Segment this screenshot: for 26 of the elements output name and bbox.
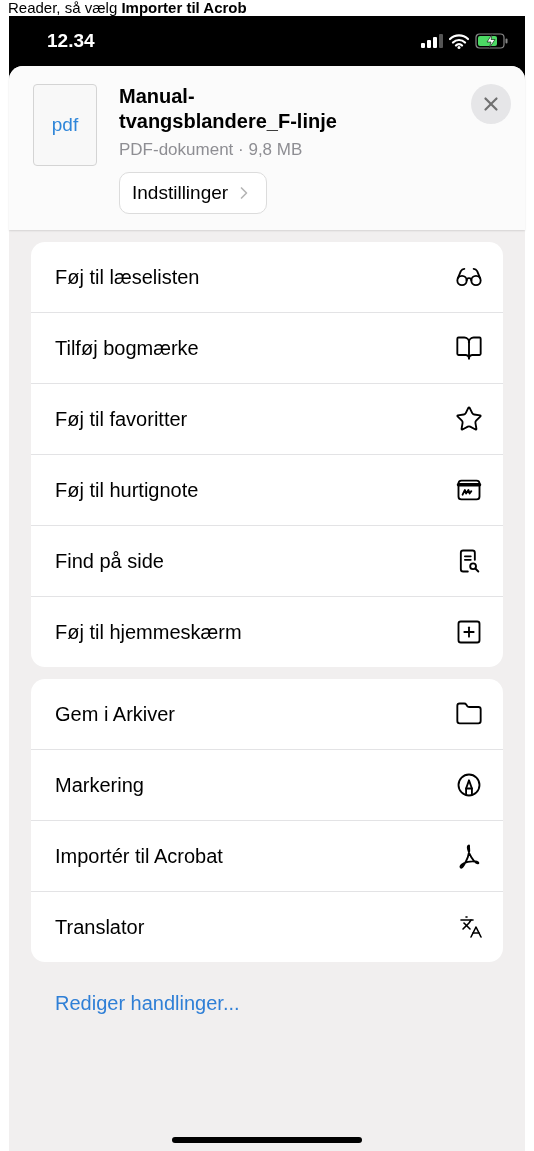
action-row[interactable]: Find på side bbox=[31, 526, 503, 597]
action-row[interactable]: Markering bbox=[31, 750, 503, 821]
action-row[interactable]: Føj til favoritter bbox=[31, 384, 503, 455]
action-row[interactable]: Gem i Arkiver bbox=[31, 679, 503, 750]
close-button[interactable] bbox=[471, 84, 511, 124]
status-time: 12.34 bbox=[47, 30, 95, 52]
signal-icon bbox=[421, 34, 443, 48]
file-details: PDF-dokument · 9,8 MB bbox=[119, 140, 304, 160]
book-icon bbox=[455, 334, 483, 362]
star-icon bbox=[455, 405, 483, 433]
action-row[interactable]: Føj til hurtignote bbox=[31, 455, 503, 526]
translate-icon bbox=[459, 915, 483, 939]
action-row[interactable]: Føj til hjemmeskærm bbox=[31, 597, 503, 667]
battery-charging-icon bbox=[475, 33, 509, 49]
file-name: Manual- tvangsblandere_F-linje bbox=[119, 84, 338, 134]
action-row[interactable]: Tilføj bogmærke bbox=[31, 313, 503, 384]
action-row[interactable]: Importér til Acrobat bbox=[31, 821, 503, 892]
caption-text: Reader, så vælg Importer til Acrob bbox=[7, 0, 248, 16]
plus-square-icon bbox=[455, 618, 483, 646]
action-row[interactable]: Føj til læselisten bbox=[31, 242, 503, 313]
edit-actions-link[interactable]: Rediger handlinger... bbox=[31, 974, 503, 1015]
pen-circle-icon bbox=[455, 771, 483, 799]
options-button[interactable]: Indstillinger bbox=[119, 172, 268, 214]
wifi-icon bbox=[449, 33, 469, 49]
pdf-file-icon: pdf bbox=[33, 84, 97, 166]
action-row[interactable]: Translator bbox=[31, 892, 503, 962]
